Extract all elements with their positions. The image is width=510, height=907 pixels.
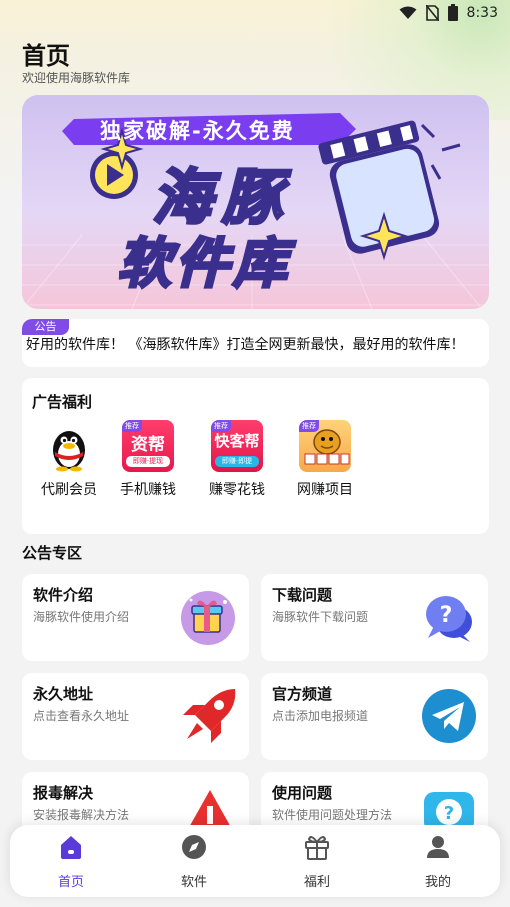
section-title: 公告专区 [22, 544, 83, 562]
bottom-nav: 首页 软件 福利 我的 [10, 825, 500, 897]
card-title: 使用问题 [272, 784, 333, 802]
battery-icon [447, 4, 458, 21]
quick-guest-app-icon: 快客帮 即赚·即提 推荐 [211, 420, 263, 472]
card-desc: 海豚软件使用介绍 [33, 610, 130, 624]
app-icon-subtext: 即赚·即提 [215, 456, 259, 467]
card-desc: 点击添加电报频道 [272, 709, 369, 723]
card-title: 永久地址 [33, 685, 94, 703]
wifi-icon [399, 6, 417, 19]
ad-benefits-panel: 广告福利 代刷会员 资帮 即赚·提现 推荐 手机赚钱 快客帮 即赚·即提 推荐 … [22, 378, 489, 534]
ad-item-label: 赚零花钱 [209, 482, 265, 498]
app-icon-text: 资帮 [131, 435, 165, 455]
status-time: 8:33 [466, 4, 498, 21]
card-desc: 软件使用问题处理方法 [272, 808, 393, 822]
nav-item-profile[interactable]: 我的 [398, 833, 478, 893]
notice-marquee-text: 好用的软件库！ 《海豚软件库》打造全网更新最快，最好用的软件库！ [26, 337, 465, 353]
banner-title-line2: 软件库 [116, 231, 291, 297]
no-sim-icon [425, 4, 439, 21]
nav-item-benefits[interactable]: 福利 [277, 833, 357, 893]
ad-item-label: 代刷会员 [41, 482, 97, 498]
card-desc: 海豚软件下载问题 [272, 610, 369, 624]
ad-item-online-earn[interactable]: 推荐 网赚项目 [289, 420, 361, 500]
app-icon-subtext: 即赚·提现 [126, 456, 170, 467]
money-help-app-icon: 资帮 即赚·提现 推荐 [122, 420, 174, 472]
card-download-issue[interactable]: 下载问题 海豚软件下载问题 ? [261, 574, 488, 661]
card-desc: 点击查看永久地址 [33, 709, 130, 723]
card-desc: 安装报毒解决方法 [33, 808, 130, 822]
promo-banner[interactable]: 独家破解-永久免费 海豚 软件库 [22, 95, 489, 309]
banner-ribbon-text: 独家破解-永久免费 [100, 119, 295, 143]
card-title: 下载问题 [272, 586, 333, 604]
nav-label: 首页 [57, 875, 84, 890]
telegram-icon [422, 689, 476, 743]
recommend-tag: 推荐 [122, 420, 142, 432]
recommend-tag: 推荐 [211, 420, 231, 432]
card-software-intro[interactable]: 软件介绍 海豚软件使用介绍 [22, 574, 249, 661]
notice-badge: 公告 [22, 319, 69, 335]
status-bar: 8:33 [0, 0, 510, 26]
page-title: 首页 [22, 42, 70, 70]
rocket-icon [183, 689, 236, 743]
money-project-app-icon: 推荐 [299, 420, 351, 472]
app-icon-text: 快客帮 [214, 432, 260, 450]
card-permanent-address[interactable]: 永久地址 点击查看永久地址 [22, 673, 249, 760]
home-icon [61, 836, 81, 859]
nav-item-software[interactable]: 软件 [154, 833, 234, 893]
gift-box-icon [181, 591, 235, 645]
ad-item-label: 网赚项目 [297, 482, 353, 498]
ad-benefits-title: 广告福利 [32, 393, 93, 411]
svg-text:?: ? [444, 803, 454, 824]
ad-item-label: 手机赚钱 [120, 482, 176, 498]
card-title: 报毒解决 [33, 784, 94, 802]
nav-label: 我的 [424, 875, 451, 890]
ad-item-pocket-money[interactable]: 快客帮 即赚·即提 推荐 赚零花钱 [201, 420, 273, 500]
recommend-tag: 推荐 [299, 420, 319, 432]
card-official-channel[interactable]: 官方频道 点击添加电报频道 [261, 673, 488, 760]
compass-icon [182, 835, 206, 859]
nav-label: 福利 [303, 875, 330, 890]
qq-penguin-icon [43, 420, 95, 472]
card-title: 软件介绍 [33, 586, 94, 604]
user-icon [427, 836, 449, 858]
notice-bar[interactable]: 公告 好用的软件库！ 《海豚软件库》打造全网更新最快，最好用的软件库！ [22, 319, 489, 367]
svg-text:?: ? [440, 603, 453, 628]
ad-item-vip[interactable]: 代刷会员 [33, 420, 105, 500]
nav-label: 软件 [180, 875, 207, 890]
question-chat-icon: ? [426, 596, 472, 642]
gift-icon [305, 836, 329, 860]
nav-item-home[interactable]: 首页 [31, 833, 111, 893]
card-title: 官方频道 [272, 685, 333, 703]
page-subtitle: 欢迎使用海豚软件库 [22, 71, 131, 85]
ad-item-phone-earn[interactable]: 资帮 即赚·提现 推荐 手机赚钱 [112, 420, 184, 500]
